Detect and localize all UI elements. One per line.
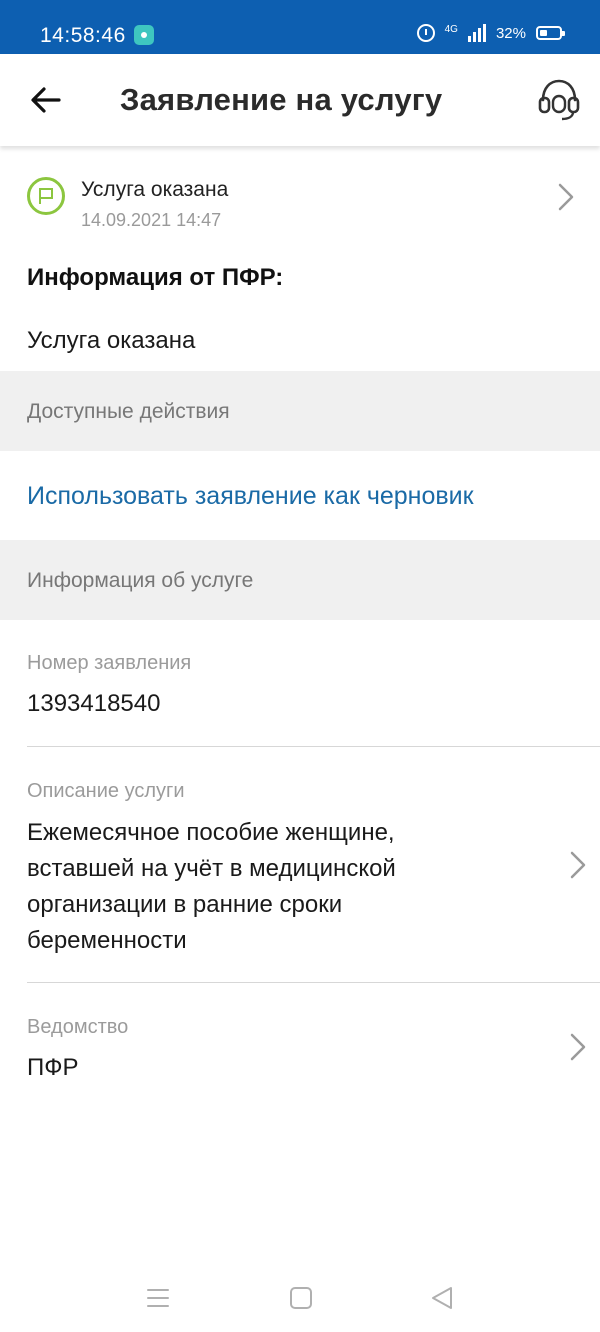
service-description-value: Ежемесячное пособие женщине, вставшей на… xyxy=(27,815,396,959)
network-type: 4G xyxy=(444,23,458,35)
department-label: Ведомство xyxy=(27,1016,129,1038)
back-button[interactable] xyxy=(22,80,72,120)
chevron-right-icon xyxy=(570,1033,586,1061)
department-value: ПФР xyxy=(27,1054,79,1081)
status-title: Услуга оказана xyxy=(81,178,229,201)
menu-button[interactable] xyxy=(143,1284,173,1312)
system-navigation-bar xyxy=(0,1260,600,1332)
chevron-right-icon xyxy=(570,851,586,879)
divider xyxy=(27,982,600,983)
divider xyxy=(27,746,600,747)
section-title: Информация об услуге xyxy=(27,569,254,592)
triangle-back-icon xyxy=(432,1287,452,1309)
status-indicators: 4G 32% xyxy=(416,23,565,42)
section-title: Доступные действия xyxy=(27,400,230,423)
description-line: организации в ранние сроки xyxy=(27,891,343,918)
status-bar: 14:58:46 4G 32% xyxy=(0,0,600,54)
status-date: 14.09.2021 14:47 xyxy=(81,210,222,230)
alarm-icon xyxy=(416,24,435,42)
description-line: беременности xyxy=(27,927,187,954)
app-notification-icon xyxy=(134,25,154,45)
service-description-label: Описание услуги xyxy=(27,780,185,802)
flag-icon xyxy=(27,177,65,215)
system-back-button[interactable] xyxy=(427,1284,457,1312)
support-button[interactable] xyxy=(536,76,582,124)
home-button[interactable] xyxy=(286,1284,316,1312)
arrow-left-icon xyxy=(31,87,61,113)
headset-icon xyxy=(538,79,580,121)
square-home-icon xyxy=(290,1287,312,1309)
pfr-info-value: Услуга оказана xyxy=(27,327,196,354)
app-header: Заявление на услугу xyxy=(0,54,600,146)
service-status-row[interactable]: Услуга оказана 14.09.2021 14:47 xyxy=(0,160,600,240)
signal-icon xyxy=(467,24,486,42)
application-number-label: Номер заявления xyxy=(27,652,192,674)
service-description-row[interactable]: Описание услуги Ежемесячное пособие женщ… xyxy=(0,770,600,970)
department-row[interactable]: Ведомство ПФР xyxy=(0,1010,600,1090)
menu-icon xyxy=(147,1289,169,1307)
status-time: 14:58:46 xyxy=(40,24,126,47)
battery-percent: 32% xyxy=(495,24,526,42)
section-service-info: Информация об услуге xyxy=(0,540,600,620)
battery-icon xyxy=(536,26,565,40)
description-line: Ежемесячное пособие женщине, xyxy=(27,819,395,846)
description-line: вставшей на учёт в медицинской xyxy=(27,855,396,882)
application-number-value: 1393418540 xyxy=(27,690,161,717)
section-available-actions: Доступные действия xyxy=(0,371,600,451)
chevron-right-icon xyxy=(558,183,574,211)
page-title: Заявление на услугу xyxy=(120,82,443,117)
pfr-info-label: Информация от ПФР: xyxy=(27,264,284,291)
use-as-draft-link[interactable]: Использовать заявление как черновик xyxy=(27,482,474,511)
